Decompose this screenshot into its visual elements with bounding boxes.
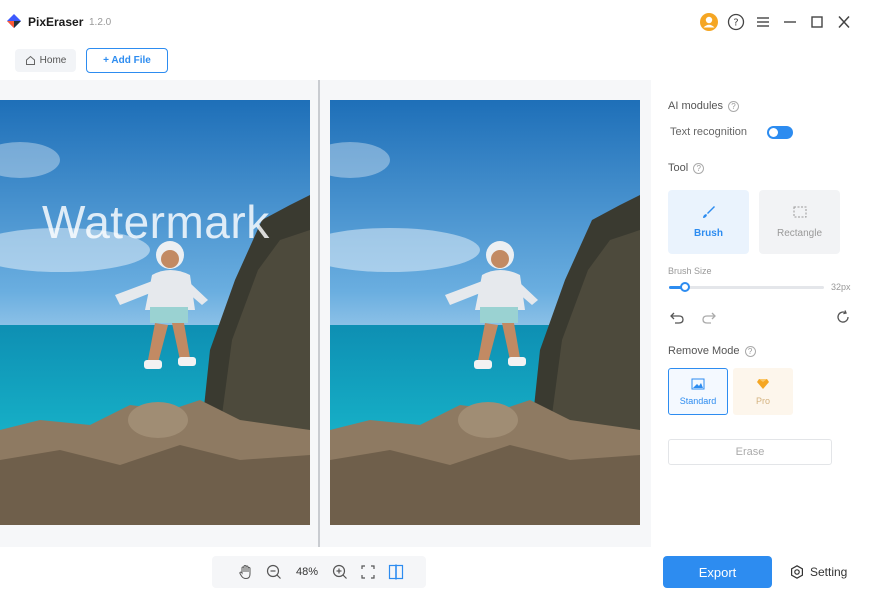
title-bar: PixEraser 1.2.0 ? bbox=[0, 0, 873, 44]
ai-modules-label: AI modules bbox=[668, 100, 724, 112]
setting-button[interactable]: Setting bbox=[790, 561, 847, 583]
brush-tool-button[interactable]: Brush bbox=[668, 190, 749, 254]
help-icon[interactable]: ? bbox=[693, 162, 705, 174]
brush-label: Brush bbox=[694, 228, 723, 239]
rectangle-tool-button[interactable]: Rectangle bbox=[759, 190, 840, 254]
fit-screen-icon[interactable] bbox=[354, 558, 382, 586]
help-icon[interactable]: ? bbox=[724, 11, 747, 33]
compare-divider[interactable] bbox=[318, 80, 320, 547]
app-name: PixEraser bbox=[28, 15, 84, 29]
gear-icon bbox=[791, 565, 803, 579]
redo-icon[interactable] bbox=[701, 309, 717, 325]
close-icon[interactable] bbox=[832, 11, 855, 33]
help-icon[interactable]: ? bbox=[728, 100, 740, 112]
svg-text:?: ? bbox=[733, 18, 738, 29]
app-logo-icon bbox=[7, 14, 21, 28]
user-icon[interactable] bbox=[697, 11, 720, 33]
image-icon bbox=[691, 378, 705, 389]
pro-label: Pro bbox=[755, 395, 770, 406]
setting-label: Setting bbox=[810, 565, 848, 579]
watermark-text: Watermark bbox=[42, 196, 270, 248]
canvas-area: Watermark bbox=[0, 80, 651, 547]
pro-mode-button[interactable]: Pro bbox=[733, 368, 793, 415]
minimize-icon[interactable] bbox=[778, 11, 801, 33]
result-image[interactable] bbox=[330, 100, 640, 525]
zoom-toolbar: 48% bbox=[212, 556, 426, 588]
remove-mode-label: Remove Mode bbox=[668, 345, 740, 357]
home-label: Home bbox=[39, 55, 67, 66]
brush-size-value: 32px bbox=[831, 282, 851, 292]
slider-handle[interactable] bbox=[679, 282, 690, 292]
export-button[interactable]: Export bbox=[663, 556, 772, 588]
hand-pan-icon[interactable] bbox=[232, 558, 260, 586]
rectangle-select-icon bbox=[793, 206, 806, 218]
text-recognition-label: Text recognition bbox=[670, 126, 748, 138]
window-controls: ? bbox=[697, 11, 855, 33]
undo-icon[interactable] bbox=[669, 309, 685, 325]
home-icon bbox=[25, 55, 35, 65]
rectangle-label: Rectangle bbox=[776, 228, 823, 239]
reset-icon[interactable] bbox=[835, 309, 851, 325]
help-icon[interactable]: ? bbox=[744, 345, 756, 357]
compare-view-icon[interactable] bbox=[382, 558, 410, 586]
add-file-button[interactable]: + Add File bbox=[86, 48, 168, 73]
zoom-out-icon[interactable] bbox=[260, 558, 288, 586]
standard-label: Standard bbox=[679, 395, 717, 406]
maximize-icon[interactable] bbox=[805, 11, 828, 33]
brush-icon bbox=[702, 206, 715, 218]
tool-label: Tool bbox=[668, 162, 689, 174]
brush-size-slider[interactable] bbox=[669, 282, 824, 292]
brush-size-label: Brush Size bbox=[668, 266, 712, 276]
settings-panel: AI modules ? Text recognition Tool ? Bru… bbox=[651, 80, 873, 547]
zoom-level: 48% bbox=[295, 566, 319, 578]
remove-mode-title: Remove Mode ? bbox=[668, 345, 756, 357]
home-button[interactable]: Home bbox=[15, 49, 76, 72]
menu-icon[interactable] bbox=[751, 11, 774, 33]
erase-button[interactable]: Erase bbox=[668, 439, 832, 465]
standard-mode-button[interactable]: Standard bbox=[668, 368, 728, 415]
text-recognition-toggle[interactable] bbox=[767, 126, 793, 139]
original-image[interactable]: Watermark bbox=[0, 100, 310, 525]
zoom-in-icon[interactable] bbox=[326, 558, 354, 586]
diamond-icon bbox=[757, 378, 769, 389]
tool-title: Tool ? bbox=[668, 162, 705, 174]
app-version: 1.2.0 bbox=[89, 17, 112, 28]
ai-modules-title: AI modules ? bbox=[668, 100, 740, 112]
